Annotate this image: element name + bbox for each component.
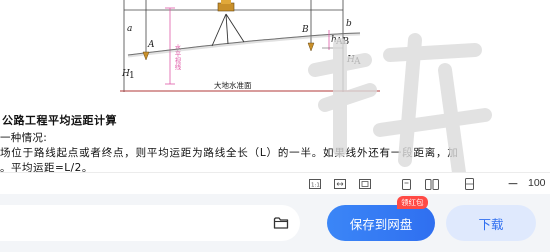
fit-width-icon[interactable] xyxy=(333,176,347,192)
paragraph-line: 场位于路线起点或者终点，则平均运距为路线全长（L）的一半。如果线外还有一段距离，… xyxy=(0,147,459,159)
svg-text:1:1: 1:1 xyxy=(311,183,320,189)
view-toolbar: 1:1 − 100 xyxy=(0,172,550,195)
label-a: a xyxy=(127,24,132,34)
figure-caption: 大地水准面 xyxy=(214,80,252,90)
label-A: A xyxy=(147,40,155,50)
save-to-netdisk-button[interactable]: 保存到网盘 xyxy=(327,205,435,241)
zoom-out-button[interactable]: − xyxy=(506,176,520,192)
folder-icon[interactable] xyxy=(272,214,290,232)
label-hab-sub: AB xyxy=(335,37,349,47)
document-viewer: 水平视线 a H 1 H A b h AB A B 大地水准面 公路工程平均运距… xyxy=(0,0,550,172)
fit-page-icon[interactable] xyxy=(358,176,372,192)
label-b: b xyxy=(346,19,352,29)
bottom-action-bar: 保存到网盘 领红包 下载 xyxy=(0,194,550,252)
scroll-page-icon[interactable] xyxy=(463,176,475,192)
red-packet-badge: 领红包 xyxy=(397,196,428,209)
actual-size-icon[interactable]: 1:1 xyxy=(308,176,322,192)
label-B: B xyxy=(301,25,309,35)
section-heading: 公路工程平均运距计算 xyxy=(2,114,117,127)
paragraph-line: 一种情况: xyxy=(0,132,48,144)
download-button[interactable]: 下载 xyxy=(446,205,536,241)
file-path-field[interactable] xyxy=(0,205,300,241)
zoom-level: 100 xyxy=(528,177,546,189)
paragraph-line: 。平均运距=L/2。 xyxy=(0,162,93,172)
leveling-diagram: 水平视线 a H 1 H A b h AB A B 大地水准面 xyxy=(120,0,380,92)
double-page-icon[interactable] xyxy=(424,176,440,192)
side-label: 水平视线 xyxy=(173,43,181,71)
single-page-icon[interactable] xyxy=(400,176,412,192)
label-h1-sub: 1 xyxy=(129,71,135,81)
label-ha-sub: A xyxy=(353,57,361,67)
